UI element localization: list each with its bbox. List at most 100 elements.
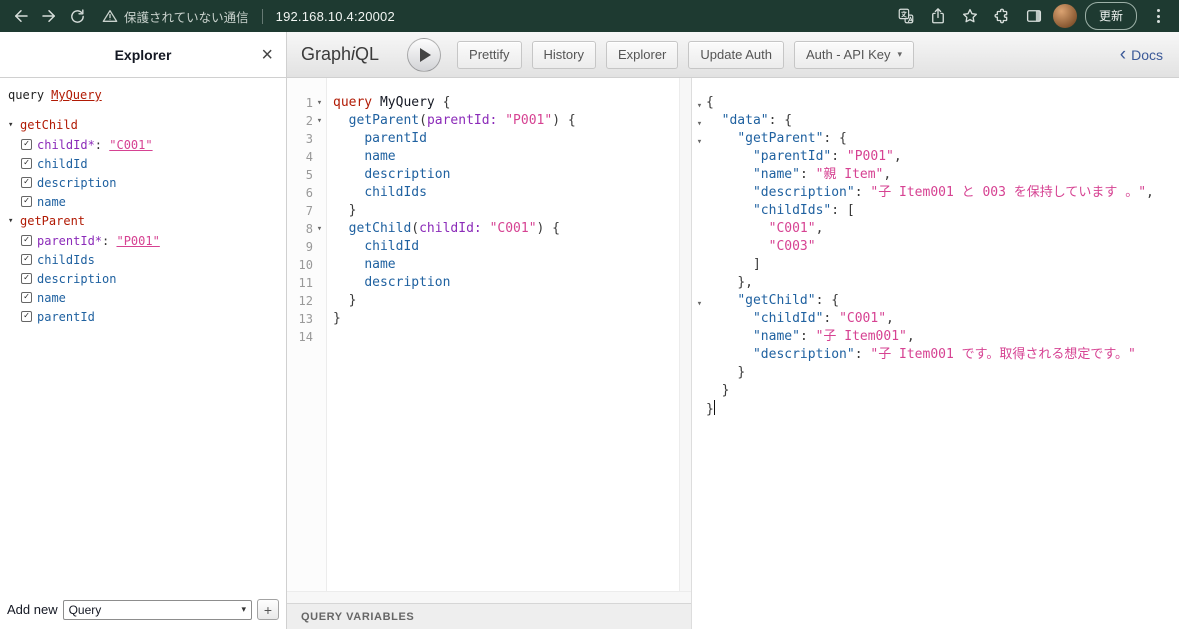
fold-icon (693, 184, 706, 202)
security-warning-text: 保護されていない通信 (124, 10, 249, 25)
auth-dropdown[interactable]: Auth - API Key ▾ (793, 40, 915, 69)
code-line[interactable]: childIds (333, 184, 679, 202)
operation-type-select[interactable]: Query ▾ (62, 599, 252, 620)
explorer-title: Explorer (114, 46, 172, 63)
line-number: 10 (298, 258, 313, 272)
checkbox-icon[interactable]: ✓ (21, 139, 32, 150)
explorer-field-description[interactable]: ✓ description (8, 173, 278, 192)
code-line[interactable]: name (333, 256, 679, 274)
code-line[interactable]: getParent(parentId: "P001") { (333, 112, 679, 130)
argument-value[interactable]: "C001" (109, 138, 152, 152)
docs-button[interactable]: ‹ Docs (1119, 43, 1165, 65)
fold-icon[interactable]: ▾ (693, 292, 706, 310)
code-line[interactable]: name (333, 148, 679, 166)
graphiql-app: Explorer × query MyQuery ▾ getChild ✓ childI… (0, 32, 1179, 629)
side-panel-icon[interactable] (1021, 3, 1047, 29)
explorer-field-childIds[interactable]: ✓ childIds (8, 250, 278, 269)
checkbox-icon[interactable]: ✓ (21, 273, 32, 284)
fold-icon[interactable]: ▾ (693, 130, 706, 148)
close-icon[interactable]: × (261, 45, 273, 65)
explorer-field-childId[interactable]: ✓ childId (8, 154, 278, 173)
back-icon[interactable] (8, 3, 34, 29)
argument-value[interactable]: "P001" (116, 234, 159, 248)
share-icon[interactable] (925, 3, 951, 29)
checkbox-icon[interactable]: ✓ (21, 254, 32, 265)
explorer-field-parentId[interactable]: ✓ parentId (8, 307, 278, 326)
result-line: "childIds": [ (693, 202, 1179, 220)
kebab-menu-icon[interactable] (1145, 3, 1171, 29)
query-editor[interactable]: query MyQuery { getParent(parentId: "P00… (327, 78, 679, 591)
history-button[interactable]: History (531, 40, 596, 69)
chevron-left-icon: ‹ (1119, 43, 1127, 65)
fold-icon[interactable]: ▾ (693, 94, 706, 112)
line-number: 14 (298, 330, 313, 344)
result-line: "description": "子 Item001 と 003 を保持しています… (693, 184, 1179, 202)
update-button[interactable]: 更新 (1084, 2, 1137, 30)
checkbox-icon[interactable]: ✓ (21, 235, 32, 246)
query-variables-title: QUERY VARIABLES (301, 610, 415, 623)
explorer-button[interactable]: Explorer (605, 40, 679, 69)
code-line[interactable]: parentId (333, 130, 679, 148)
checkbox-icon[interactable]: ✓ (21, 311, 32, 322)
fold-icon[interactable]: ▾ (313, 116, 326, 126)
fold-icon[interactable]: ▾ (313, 98, 326, 108)
site-security-chip[interactable]: 保護されていない通信 (102, 7, 249, 26)
explorer-root-getChild[interactable]: ▾ getChild (8, 115, 278, 135)
docs-label: Docs (1131, 46, 1163, 63)
fold-icon (693, 202, 706, 220)
code-line[interactable]: description (333, 166, 679, 184)
code-line[interactable] (333, 328, 679, 346)
checkbox-icon[interactable]: ✓ (21, 196, 32, 207)
add-operation-button[interactable]: + (257, 599, 279, 620)
explorer-root-getParent[interactable]: ▾ getParent (8, 211, 278, 231)
fold-icon[interactable]: ▾ (313, 224, 326, 234)
explorer-arg-parentId[interactable]: ✓ parentId*: "P001" (8, 231, 278, 250)
code-line[interactable]: } (333, 310, 679, 328)
editor-vertical-scrollbar[interactable] (679, 78, 691, 591)
forward-icon[interactable] (36, 3, 62, 29)
line-number: 5 (305, 168, 313, 182)
explorer-field-description[interactable]: ✓ description (8, 269, 278, 288)
fold-icon (693, 220, 706, 238)
code-line[interactable]: } (333, 292, 679, 310)
logo-text-graph: Graph (301, 44, 352, 64)
fold-icon (693, 256, 706, 274)
workspace: 1 ▾ 2 ▾ 3 4 5 6 7 8 ▾ 9 10 11 12 13 14 query MyQuery { g… (287, 78, 1179, 629)
result-line: } (693, 400, 1179, 418)
result-line: ▾{ (693, 94, 1179, 112)
line-number: 1 (305, 96, 313, 110)
query-variables-toggle[interactable]: QUERY VARIABLES (287, 603, 691, 629)
prettify-button[interactable]: Prettify (457, 40, 522, 69)
reload-icon[interactable] (64, 3, 90, 29)
checkbox-icon[interactable]: ✓ (21, 177, 32, 188)
update-auth-button[interactable]: Update Auth (688, 40, 784, 69)
profile-avatar[interactable] (1052, 4, 1077, 28)
explorer-arg-childId[interactable]: ✓ childId*: "C001" (8, 135, 278, 154)
execute-button[interactable] (407, 37, 442, 72)
result-line: } (693, 364, 1179, 382)
extensions-icon[interactable] (989, 3, 1015, 29)
code-line[interactable]: getChild(childId: "C001") { (333, 220, 679, 238)
explorer-field-name[interactable]: ✓ name (8, 192, 278, 211)
result-viewer: ▾{▾ "data": {▾ "getParent": { "parentId"… (691, 78, 1179, 629)
bookmark-star-icon[interactable] (957, 3, 983, 29)
editor-horizontal-scrollbar[interactable] (287, 591, 691, 603)
result-line: "name": "子 Item001", (693, 328, 1179, 346)
fold-icon[interactable]: ▾ (693, 112, 706, 130)
address-bar-url[interactable]: 192.168.10.4:20002 (276, 9, 395, 24)
graphiql-logo: GraphiQL (301, 44, 379, 65)
checkbox-icon[interactable]: ✓ (21, 292, 32, 303)
line-number: 6 (305, 186, 313, 200)
collapse-icon[interactable]: ▾ (8, 120, 20, 130)
fold-icon (693, 364, 706, 382)
code-line[interactable]: childId (333, 238, 679, 256)
checkbox-icon[interactable]: ✓ (21, 158, 32, 169)
code-line[interactable]: query MyQuery { (333, 94, 679, 112)
code-line[interactable]: description (333, 274, 679, 292)
operation-name[interactable]: MyQuery (51, 88, 102, 102)
explorer-body: query MyQuery ▾ getChild ✓ childId*: "C001" ✓… (0, 78, 286, 595)
explorer-field-name[interactable]: ✓ name (8, 288, 278, 307)
code-line[interactable]: } (333, 202, 679, 220)
translate-icon[interactable] (893, 3, 919, 29)
collapse-icon[interactable]: ▾ (8, 216, 20, 226)
